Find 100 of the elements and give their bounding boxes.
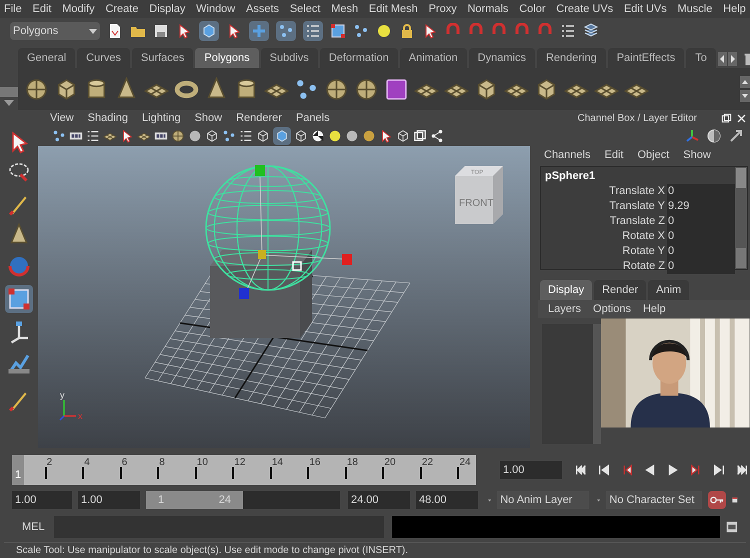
playback-start-field[interactable]: 1.00 — [78, 491, 140, 509]
light-icon[interactable] — [376, 23, 392, 39]
wire-cube-icon[interactable] — [294, 129, 308, 143]
anim-layer-field[interactable]: No Anim Layer — [497, 491, 590, 509]
attribute-value[interactable]: 0 — [667, 229, 735, 244]
box-shape[interactable] — [210, 250, 312, 338]
tool-button[interactable] — [199, 21, 219, 41]
float-icon[interactable] — [721, 112, 732, 124]
attribute-name[interactable]: Translate Z — [545, 214, 667, 229]
panel-menu-item[interactable]: Channels — [544, 146, 590, 164]
menu-item[interactable]: Muscle — [678, 0, 712, 18]
shelf-tab[interactable]: PaintEffects — [608, 48, 684, 68]
skip-to-start-icon[interactable] — [574, 463, 588, 477]
step-forward-icon[interactable] — [712, 463, 726, 477]
layer-tab[interactable]: Display — [540, 280, 592, 300]
panel-menu-item[interactable]: Object — [637, 146, 670, 164]
document-icon[interactable] — [107, 23, 123, 39]
layer-tab[interactable]: Anim — [648, 280, 690, 300]
panel-menu-item[interactable]: Panels — [296, 110, 330, 126]
checker-icon[interactable] — [311, 129, 325, 143]
list-icon[interactable] — [560, 23, 576, 39]
shelf-tab[interactable]: Dynamics — [468, 48, 535, 68]
attribute-name[interactable]: Rotate Y — [545, 244, 667, 259]
attribute-name[interactable]: Translate X — [545, 184, 667, 199]
tool-button[interactable] — [5, 285, 33, 313]
sphere-icon[interactable] — [188, 129, 202, 143]
attribute-name[interactable]: Translate Y — [545, 199, 667, 214]
half-circle-icon[interactable] — [706, 128, 722, 144]
sphere-wireframe[interactable] — [205, 165, 331, 291]
scale-manipulator[interactable] — [239, 165, 352, 299]
tool-button[interactable] — [303, 21, 323, 41]
shelf-tab[interactable]: Subdivs — [260, 48, 318, 68]
shelf-tab[interactable]: To — [686, 48, 716, 68]
points-icon[interactable] — [52, 129, 66, 143]
menu-item[interactable]: Help — [723, 0, 746, 18]
shelf-tab[interactable]: Curves — [77, 48, 130, 68]
caret-icon[interactable] — [4, 100, 14, 106]
layer-tab[interactable]: Render — [594, 280, 646, 300]
skip-to-end-icon[interactable] — [735, 463, 749, 477]
float-icon[interactable] — [413, 129, 427, 143]
view-cube[interactable] — [455, 166, 503, 224]
list-icon[interactable] — [239, 129, 253, 143]
character-set-field[interactable]: No Character Set — [606, 491, 702, 509]
scroll-right-icon[interactable] — [728, 52, 737, 66]
attribute-value[interactable]: 9.29 — [667, 199, 735, 214]
axes-icon[interactable] — [684, 128, 700, 144]
pointer-icon[interactable] — [120, 129, 134, 143]
save-icon[interactable] — [153, 23, 169, 39]
cube-icon[interactable] — [384, 76, 409, 102]
sphere-icon[interactable] — [24, 76, 49, 102]
wire-cube-icon[interactable] — [256, 129, 270, 143]
script-editor-icon[interactable] — [726, 521, 738, 533]
menu-item[interactable]: Modify — [62, 0, 95, 18]
menu-item[interactable]: Color — [519, 0, 546, 18]
sphere-icon[interactable] — [345, 129, 359, 143]
panel-menu-item[interactable]: Show — [683, 146, 711, 164]
scroll-left-icon[interactable] — [718, 52, 727, 66]
tool-button[interactable] — [249, 21, 269, 41]
list-icon[interactable] — [86, 129, 100, 143]
attribute-name[interactable]: Rotate Z — [545, 259, 667, 274]
close-icon[interactable] — [736, 112, 747, 124]
step-back-icon[interactable] — [597, 463, 611, 477]
shelf-tab[interactable]: General — [18, 48, 76, 68]
scale-icon[interactable] — [330, 23, 346, 39]
shelf-tab[interactable]: Rendering — [536, 48, 606, 68]
panel-menu-item[interactable]: Show — [194, 110, 222, 126]
arrow-icon[interactable] — [728, 128, 744, 144]
menu-item[interactable]: Window — [196, 0, 236, 18]
scrollbar[interactable] — [735, 167, 747, 269]
panel-menu-item[interactable]: Layers — [548, 300, 582, 318]
play-icon[interactable] — [666, 463, 680, 477]
share-icon[interactable] — [430, 129, 444, 143]
menu-item[interactable]: Mesh — [331, 0, 358, 18]
points-icon[interactable] — [222, 129, 236, 143]
attribute-value[interactable]: 0 — [667, 259, 735, 274]
auto-key-button[interactable] — [708, 491, 726, 509]
light-icon[interactable] — [328, 129, 342, 143]
panel-menu-item[interactable]: Help — [642, 300, 666, 318]
sphere-icon[interactable] — [362, 129, 376, 143]
shelf-tab[interactable]: Surfaces — [132, 48, 194, 68]
attribute-name[interactable]: Rotate X — [545, 229, 667, 244]
menu-item[interactable]: Edit Mesh — [368, 0, 418, 18]
menu-item[interactable]: File — [4, 0, 22, 18]
menu-item[interactable]: Edit — [32, 0, 52, 18]
shelf-tab[interactable]: Polygons — [195, 48, 259, 68]
menu-item[interactable]: Create — [105, 0, 138, 18]
menu-item[interactable]: Assets — [246, 0, 280, 18]
lock-icon[interactable] — [399, 23, 415, 39]
shelf-tab[interactable]: Deformation — [320, 48, 398, 68]
wire-cube-icon[interactable] — [205, 129, 219, 143]
sphere-icon[interactable] — [354, 76, 379, 102]
panel-menu-item[interactable]: Renderer — [236, 110, 282, 126]
panel-menu-item[interactable]: Lighting — [142, 110, 181, 126]
tool-button[interactable] — [276, 21, 296, 41]
panel-menu-item[interactable]: Shading — [88, 110, 128, 126]
panel-menu-item[interactable]: Edit — [604, 146, 624, 164]
command-language-label[interactable]: MEL — [12, 518, 48, 536]
play-backward-icon[interactable] — [643, 463, 657, 477]
attribute-value[interactable]: 0 — [667, 214, 735, 229]
scroll-down-icon[interactable] — [740, 90, 750, 102]
